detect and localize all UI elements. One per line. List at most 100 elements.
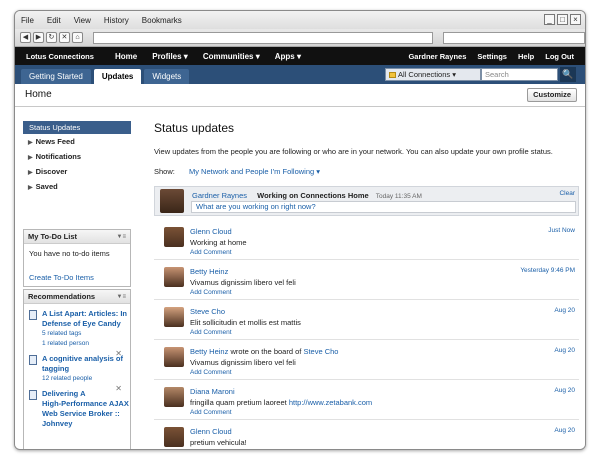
feed-message: Working at home xyxy=(190,238,247,247)
help-link[interactable]: Help xyxy=(518,52,534,61)
feed-author[interactable]: Diana Maroni xyxy=(190,387,235,396)
recommendation-item[interactable]: A List Apart: Articles: In Defense of Ey… xyxy=(24,304,130,349)
current-user-name[interactable]: Gardner Raynes xyxy=(192,191,247,200)
browser-search-field[interactable] xyxy=(443,31,585,44)
feed-entry: Steve Cho Aug 20 Elit sollicitudin et mo… xyxy=(154,300,579,340)
forward-icon[interactable]: ▶ xyxy=(32,32,44,43)
reload-icon[interactable]: ↻ xyxy=(45,32,57,43)
current-status-text: Working on Connections Home xyxy=(257,191,369,200)
feed-message: Elit sollicitudin et mollis est mattis xyxy=(190,318,301,327)
tab-getting-started[interactable]: Getting Started xyxy=(21,69,91,84)
user-name-link[interactable]: Gardner Raynes xyxy=(408,52,466,61)
search-icon[interactable]: 🔍 xyxy=(560,67,576,82)
recommendations-header: Recommendations ▼≡ xyxy=(24,290,130,304)
page-title: Home xyxy=(25,89,52,100)
expand-arrow-icon: ▶ xyxy=(28,140,33,146)
widget-menu-icon[interactable]: ▼≡ xyxy=(117,290,126,304)
status-feed: Glenn Cloud Just Now Working at home Add… xyxy=(154,220,579,449)
maximize-icon[interactable]: □ xyxy=(557,14,568,25)
status-updates-heading: Status updates xyxy=(154,121,235,135)
feed-time[interactable]: Aug 20 xyxy=(554,387,575,394)
customize-button[interactable]: Customize xyxy=(527,88,577,102)
add-comment-link[interactable]: Add Comment xyxy=(190,409,232,416)
feed-author[interactable]: Glenn Cloud xyxy=(190,227,232,236)
nav-communities[interactable]: Communities ▾ xyxy=(203,52,260,61)
add-comment-link[interactable]: Add Comment xyxy=(190,249,232,256)
feed-time[interactable]: Yesterday 9:46 PM xyxy=(520,267,575,274)
browser-navbar: ◀ ▶ ↻ ✕ ⌂ xyxy=(15,29,585,47)
todo-widget-header: My To-Do List ▼≡ xyxy=(24,230,130,244)
dismiss-icon[interactable]: ✕ xyxy=(115,384,122,393)
search-scope-dropdown[interactable]: All Connections ▾ xyxy=(385,68,481,81)
dismiss-icon[interactable]: ✕ xyxy=(115,349,122,358)
feed-author[interactable]: Betty Heinz xyxy=(190,347,228,356)
address-bar[interactable] xyxy=(92,31,434,44)
recommendation-item[interactable]: ✕ Delivering A High-Performance AJAX Web… xyxy=(24,384,130,429)
feed-time[interactable]: Aug 20 xyxy=(554,347,575,354)
avatar[interactable] xyxy=(164,387,184,407)
feed-entry: Glenn Cloud Aug 20 pretium vehicula! xyxy=(154,420,579,449)
feed-author[interactable]: Betty Heinz xyxy=(190,267,228,276)
feed-message: Vivamus dignissim libero vel feli xyxy=(190,358,296,367)
close-icon[interactable]: × xyxy=(570,14,581,25)
logout-link[interactable]: Log Out xyxy=(545,52,574,61)
sidebar-item-notifications[interactable]: ▶ Notifications xyxy=(23,149,131,164)
menu-bookmarks[interactable]: Bookmarks xyxy=(142,16,182,25)
avatar[interactable] xyxy=(164,267,184,287)
todo-widget: My To-Do List ▼≡ You have no to-do items … xyxy=(23,229,131,287)
widget-menu-icon[interactable]: ▼≡ xyxy=(117,230,126,244)
feed-link[interactable]: http://www.zetabank.com xyxy=(289,398,372,407)
status-updates-description: View updates from the people you are fol… xyxy=(154,147,553,156)
avatar[interactable] xyxy=(164,427,184,447)
clear-status-link[interactable]: Clear xyxy=(559,190,575,197)
add-comment-link[interactable]: Add Comment xyxy=(190,369,232,376)
feed-time[interactable]: Just Now xyxy=(548,227,575,234)
tab-bar: Getting Started Updates Widgets All Conn… xyxy=(15,65,585,84)
sidebar-item-discover[interactable]: ▶ Discover xyxy=(23,164,131,179)
sidebar-item-saved[interactable]: ▶ Saved xyxy=(23,179,131,194)
show-filter-dropdown[interactable]: My Network and People I'm Following ▾ xyxy=(189,167,320,176)
avatar[interactable] xyxy=(164,227,184,247)
add-comment-link[interactable]: Add Comment xyxy=(190,329,232,336)
nav-apps[interactable]: Apps ▾ xyxy=(275,52,301,61)
search-scope-label: All Connections ▾ xyxy=(398,70,456,79)
menu-view[interactable]: View xyxy=(74,16,91,25)
current-status: Gardner Raynes Working on Connections Ho… xyxy=(192,191,422,200)
feed-author[interactable]: Glenn Cloud xyxy=(190,427,232,436)
current-status-time: Today 11:35 AM xyxy=(375,193,422,200)
feed-time[interactable]: Aug 20 xyxy=(554,427,575,434)
settings-link[interactable]: Settings xyxy=(477,52,507,61)
recommendation-item[interactable]: ✕ A cognitive analysis of tagging 12 rel… xyxy=(24,349,130,384)
home-icon[interactable]: ⌂ xyxy=(71,32,83,43)
app-logo: Lotus Connections xyxy=(26,51,94,61)
feed-target[interactable]: Steve Cho xyxy=(303,347,338,356)
minimize-icon[interactable]: _ xyxy=(544,14,555,25)
sidebar-item-status-updates[interactable]: Status Updates xyxy=(23,121,131,134)
menu-edit[interactable]: Edit xyxy=(47,16,61,25)
feed-connector: wrote on the board of xyxy=(230,347,302,356)
folder-icon xyxy=(389,72,396,78)
menu-history[interactable]: History xyxy=(104,16,129,25)
create-todo-link[interactable]: Create To-Do Items xyxy=(24,258,130,282)
feed-author[interactable]: Steve Cho xyxy=(190,307,225,316)
add-comment-link[interactable]: Add Comment xyxy=(190,289,232,296)
feed-headline: Betty Heinz wrote on the board of Steve … xyxy=(190,347,338,356)
nav-home[interactable]: Home xyxy=(115,52,137,61)
avatar[interactable] xyxy=(164,347,184,367)
back-icon[interactable]: ◀ xyxy=(20,32,31,43)
sidebar-item-news-feed[interactable]: ▶ News Feed xyxy=(23,134,131,149)
tab-widgets[interactable]: Widgets xyxy=(144,69,190,84)
nav-profiles[interactable]: Profiles ▾ xyxy=(152,52,188,61)
feed-time[interactable]: Aug 20 xyxy=(554,307,575,314)
sidebar: Status Updates ▶ News Feed ▶ Notifications… xyxy=(23,121,131,194)
stop-icon[interactable]: ✕ xyxy=(58,32,70,43)
todo-empty-text: You have no to-do items xyxy=(29,249,110,258)
expand-arrow-icon: ▶ xyxy=(28,185,33,191)
avatar[interactable] xyxy=(164,307,184,327)
tab-updates[interactable]: Updates xyxy=(93,69,142,84)
menu-file[interactable]: File xyxy=(21,16,34,25)
feed-entry: Betty Heinz Yesterday 9:46 PM Vivamus di… xyxy=(154,260,579,300)
document-icon xyxy=(29,310,37,320)
search-input[interactable]: Search xyxy=(481,68,558,81)
status-input[interactable]: What are you working on right now? xyxy=(191,201,576,213)
